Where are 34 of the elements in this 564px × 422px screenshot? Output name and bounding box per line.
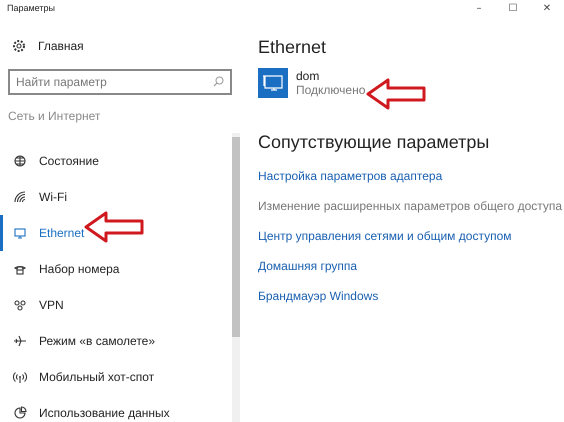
wifi-icon bbox=[13, 190, 27, 204]
hotspot-icon bbox=[13, 370, 27, 384]
pointer-arrow bbox=[84, 211, 144, 243]
nav-item[interactable]: Мобильный хот-спот bbox=[0, 359, 232, 395]
pointer-arrow bbox=[366, 78, 426, 110]
pie-chart-icon bbox=[13, 406, 27, 420]
nav-item[interactable]: Wi-Fi bbox=[0, 179, 232, 215]
settings-link[interactable]: Настройка параметров адаптера bbox=[258, 161, 442, 191]
network-tile[interactable] bbox=[258, 68, 288, 98]
gear-icon bbox=[12, 39, 26, 53]
nav-item[interactable]: Использование данных bbox=[0, 395, 232, 422]
settings-link[interactable]: Центр управления сетями и общим доступом bbox=[258, 221, 512, 251]
window-title: Параметры bbox=[7, 3, 55, 13]
network-name: dom bbox=[296, 69, 320, 83]
section-heading: Сопутствующие параметры bbox=[258, 132, 490, 153]
monitor-icon bbox=[262, 74, 284, 92]
vpn-icon bbox=[13, 298, 27, 312]
settings-link[interactable]: Брандмауэр Windows bbox=[258, 281, 378, 311]
monitor-icon bbox=[13, 226, 27, 240]
scrollbar[interactable] bbox=[232, 133, 240, 422]
settings-link[interactable]: Домашняя группа bbox=[258, 251, 358, 281]
nav-item[interactable]: Режим «в самолете» bbox=[0, 323, 232, 359]
globe-icon bbox=[13, 154, 27, 168]
airplane-icon bbox=[13, 334, 27, 348]
network-status: Подключено bbox=[296, 83, 366, 97]
nav-item[interactable]: VPN bbox=[0, 287, 232, 323]
nav-item[interactable]: Состояние bbox=[0, 143, 232, 179]
nav-item[interactable]: Набор номера bbox=[0, 251, 232, 287]
home-link[interactable]: Главная bbox=[38, 39, 84, 53]
section-heading: Сеть и Интернет bbox=[7, 108, 102, 123]
page-title: Ethernet bbox=[258, 37, 328, 58]
scroll-thumb[interactable] bbox=[232, 137, 240, 337]
search-icon bbox=[213, 76, 224, 87]
search-field[interactable]: Найти параметр bbox=[8, 69, 232, 95]
